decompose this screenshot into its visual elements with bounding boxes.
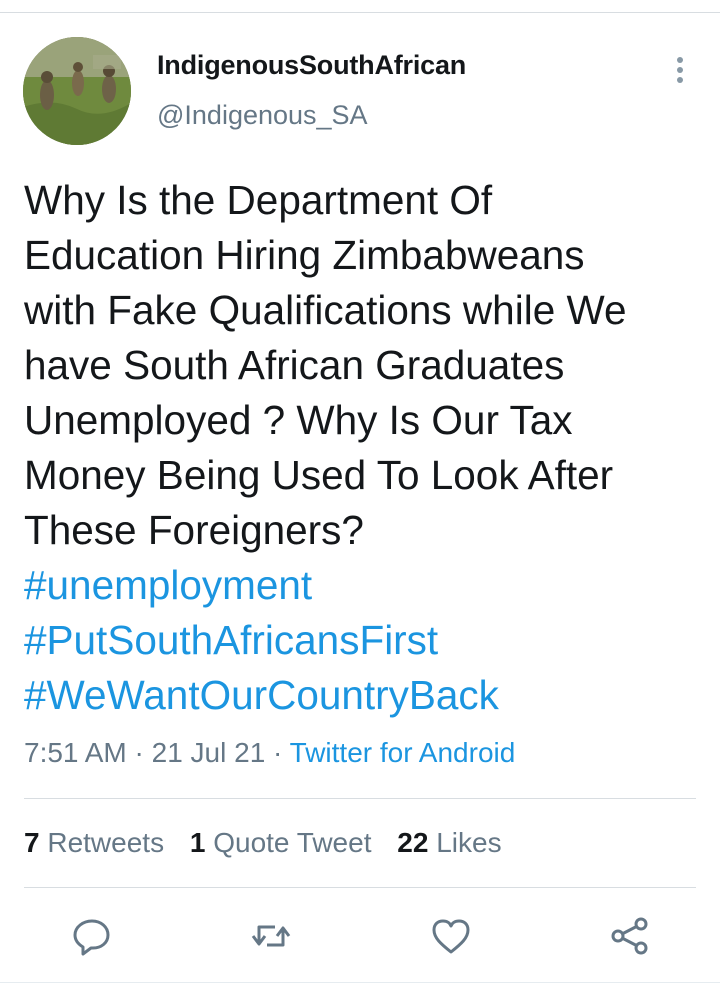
- tweet-stats: 7 Retweets 1 Quote Tweet 22 Likes: [24, 827, 520, 859]
- tweet-text-line: have South African Graduates: [24, 342, 565, 388]
- tweet-text-line: Education Hiring Zimbabweans: [24, 232, 585, 278]
- hashtag-link[interactable]: #WeWantOurCountryBack: [24, 668, 704, 723]
- meta-separator: ·: [273, 737, 283, 768]
- retweets-count: 7: [24, 827, 40, 858]
- avatar-photo: [23, 37, 131, 145]
- likes-label: Likes: [436, 827, 502, 858]
- meta-separator: ·: [134, 737, 144, 768]
- tweet-time: 7:51 AM: [24, 737, 127, 768]
- stats-divider-top: [24, 798, 696, 799]
- stats-divider-bottom: [24, 887, 696, 888]
- retweets-stat[interactable]: 7 Retweets: [24, 827, 164, 859]
- tweet-text-line: These Foreigners?: [24, 507, 364, 553]
- likes-count: 22: [397, 827, 429, 858]
- reply-button[interactable]: [70, 914, 114, 958]
- quotes-label: Quote Tweet: [213, 827, 372, 858]
- tweet-text-line: with Fake Qualifications while We: [24, 287, 627, 333]
- tweet-source-link[interactable]: Twitter for Android: [290, 737, 516, 768]
- retweets-label: Retweets: [47, 827, 165, 858]
- retweet-button[interactable]: [249, 914, 293, 958]
- top-divider: [0, 12, 720, 13]
- share-icon: [611, 917, 648, 955]
- retweet-icon: [251, 925, 291, 947]
- avatar[interactable]: [23, 37, 131, 145]
- quotes-stat[interactable]: 1 Quote Tweet: [190, 827, 372, 859]
- author-handle[interactable]: @Indigenous_SA: [157, 100, 368, 131]
- like-button[interactable]: [429, 914, 473, 958]
- hashtag-link[interactable]: #PutSouthAfricansFirst: [24, 613, 704, 668]
- quotes-count: 1: [189, 827, 206, 858]
- tweet-text-line: Money Being Used To Look After: [24, 452, 614, 498]
- tweet-text-line: Unemployed ? Why Is Our Tax: [24, 397, 573, 443]
- tweet-meta: 7:51 AM · 21 Jul 21 · Twitter for Androi…: [24, 737, 515, 769]
- share-button[interactable]: [608, 914, 652, 958]
- author-display-name[interactable]: IndigenousSouthAfrican: [157, 50, 466, 81]
- tweet-date: 21 Jul 21: [151, 737, 266, 768]
- like-icon: [432, 919, 470, 954]
- reply-icon: [73, 919, 110, 956]
- tweet-text: Why Is the Department Of Education Hirin…: [24, 173, 704, 723]
- more-options-icon[interactable]: [668, 54, 692, 88]
- hashtag-link[interactable]: #unemployment: [24, 558, 704, 613]
- tweet-text-line: Why Is the Department Of: [24, 177, 493, 223]
- bottom-divider: [0, 982, 720, 983]
- likes-stat[interactable]: 22 Likes: [397, 827, 501, 859]
